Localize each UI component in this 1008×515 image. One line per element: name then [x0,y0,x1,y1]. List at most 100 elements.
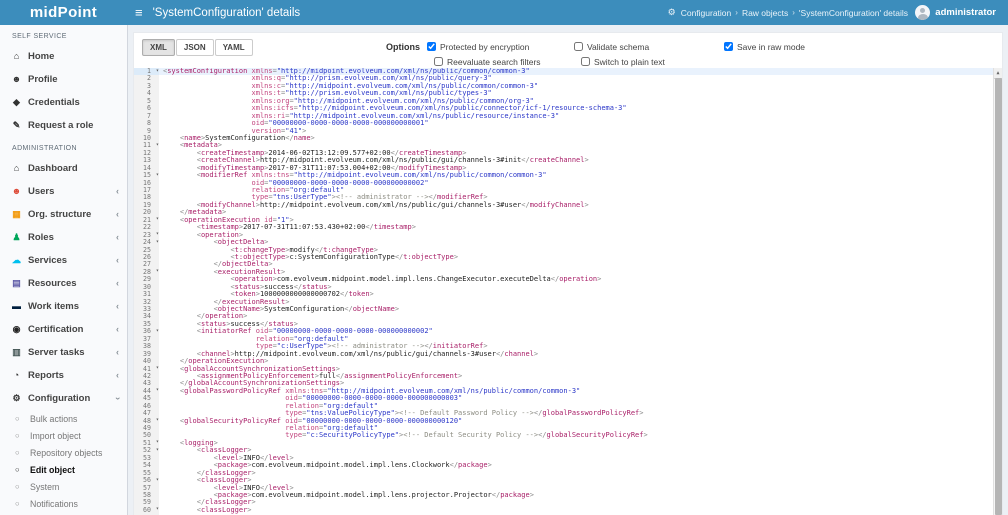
editor-code[interactable]: <systemConfiguration xmlns="http://midpo… [159,68,993,515]
format-tab-xml[interactable]: XML [142,39,175,56]
sidebar-item-users[interactable]: ☻ Users ‹ [0,180,127,203]
avatar [915,5,931,20]
sidebar-item-reports[interactable]: ◔ Reports ‹ [0,364,127,387]
object-details-panel: XML JSON YAML Options Protected by encrypt… [133,32,1003,515]
sidebar-subitem-notifications[interactable]: ○ Notifications [0,495,127,512]
checkbox-validate-schema[interactable] [574,42,583,51]
sidebar-item-label: Dashboard [28,163,78,174]
sidebar-menu: SELF SERVICE ⌂ Home ☻ Profile ◆ Credentials ✎ Re… [0,25,127,515]
option-switch-to-plain-text[interactable]: Switch to plain text [581,54,724,69]
option-save-in-raw-mode[interactable]: Save in raw mode [724,39,871,54]
options-column: Save in raw mode [724,39,871,69]
sidebar-subitem-label: Import object [30,430,81,441]
editor-toolbar: XML JSON YAML Options Protected by encrypt… [134,33,1002,68]
roles-icon: ♟ [12,232,21,242]
main-content: XML JSON YAML Options Protected by encrypt… [127,25,1008,515]
code-line: </classLogger> [196,468,256,477]
options-checkboxes: Protected by encryption Reevaluate search… [427,39,871,69]
sidebar-item-dashboard[interactable]: ⌂ Dashboard [0,157,127,180]
code-line: <modifyChannel>http://midpoint.evolveum.… [196,200,589,209]
circle-icon: ○ [15,481,20,491]
code-line: <timestamp>2017-07-31T11:07:53.430+02:00… [196,223,416,232]
code-line: <classLogger> [196,505,252,514]
cloud-icon: ☁ [12,255,21,265]
breadcrumb-separator: › [735,8,738,17]
code-line: <package>com.evolveum.midpoint.model.imp… [213,490,534,499]
breadcrumb-item-configuration[interactable]: Configuration [681,8,732,18]
sidebar-subitem-label: Edit object [30,464,75,475]
option-label: Save in raw mode [737,41,806,52]
sidebar-subitem-edit-object[interactable]: ○ Edit object [0,461,127,478]
option-validate-schema[interactable]: Validate schema [574,39,724,54]
circle-icon: ○ [15,498,20,508]
certificate-icon: ◉ [12,324,21,334]
sidebar: SELF SERVICE ⌂ Home ☻ Profile ◆ Credentials ✎ Re… [0,25,128,515]
format-tab-yaml[interactable]: YAML [214,39,253,56]
xml-editor[interactable]: 1 ▾ 2 3 4 5 6 7 8 9 10 11 ▾ 12 13 14 15 ▾ 16 17 18 19 20 21 ▾ 22 2… [134,68,1002,515]
scrollbar-thumb[interactable] [995,78,1002,515]
sidebar-item-services[interactable]: ☁ Services ‹ [0,249,127,272]
sidebar-subitem-bulk-actions[interactable]: ○ Bulk actions [0,410,127,427]
database-icon: ▤ [12,278,21,288]
code-line: <channel>http://midpoint.evolveum.com/xm… [196,349,539,358]
chevron-left-icon: ‹ [116,324,119,334]
sidebar-item-resources[interactable]: ▤ Resources ‹ [0,272,127,295]
shield-icon: ◆ [13,97,20,107]
checkbox-save-in-raw-mode[interactable] [724,42,733,51]
option-label: Reevaluate search filters [447,56,541,67]
sidebar-subitem-label: Repository objects [30,447,103,458]
sidebar-item-label: Certification [28,324,84,335]
sidebar-subitem-repository-objects[interactable]: ○ Repository objects [0,444,127,461]
sidebar-item-label: Resources [28,278,77,289]
hamburger-icon[interactable]: ≡ [127,0,153,25]
sidebar-item-label: Configuration [28,393,91,404]
sidebar-item-request-a-role[interactable]: ✎ Request a role [0,114,127,137]
code-line: <logging> [179,438,218,447]
navbar: ≡ 'SystemConfiguration' details ⚙ Config… [127,0,1008,25]
sidebar-section-header: SELF SERVICE [12,33,67,40]
sidebar-item-label: Profile [28,74,58,85]
editor-scrollbar[interactable]: ▲ [993,68,1002,515]
checkbox-protected-by-encryption[interactable] [427,42,436,51]
chevron-left-icon: ‹ [116,232,119,242]
username: administrator [935,7,996,18]
gear-icon: ⚙ [667,7,676,17]
sidebar-item-label: Credentials [28,97,80,108]
top-navbar: midPoint ≡ 'SystemConfiguration' details… [0,0,1008,25]
chevron-down-icon: ‹ [112,397,122,400]
checkbox-switch-to-plain-text[interactable] [581,57,590,66]
user-menu[interactable]: administrator [915,0,996,25]
breadcrumb-item-raw-objects[interactable]: Raw objects [742,8,788,18]
chevron-left-icon: ‹ [116,209,119,219]
chevron-left-icon: ‹ [116,370,119,380]
chevron-left-icon: ‹ [116,278,119,288]
option-label: Switch to plain text [594,56,665,67]
sidebar-item-configuration[interactable]: ⚙ Configuration ‹ [0,387,127,410]
code-line: <package>com.evolveum.midpoint.model.imp… [213,461,492,470]
option-protected-by-encryption[interactable]: Protected by encryption [427,39,574,54]
sidebar-subitem-label: System [30,481,60,492]
format-tab-json[interactable]: JSON [175,39,214,56]
chevron-left-icon: ‹ [116,347,119,357]
sidebar-item-label: Users [28,186,55,197]
sidebar-item-org-structure[interactable]: ▦ Org. structure ‹ [0,203,127,226]
sidebar-subitem-system[interactable]: ○ System [0,478,127,495]
option-label: Validate schema [587,41,650,52]
checkbox-reevaluate-search-filters[interactable] [434,57,443,66]
sidebar-item-label: Reports [28,370,64,381]
app-logo[interactable]: midPoint [0,0,127,25]
sidebar-item-home[interactable]: ⌂ Home [0,45,127,68]
sidebar-item-credentials[interactable]: ◆ Credentials [0,91,127,114]
format-tab-group: XML JSON YAML [142,37,254,56]
sidebar-item-server-tasks[interactable]: ▥ Server tasks ‹ [0,341,127,364]
circle-icon: ○ [15,413,20,423]
sidebar-item-profile[interactable]: ☻ Profile [0,68,127,91]
tasks-icon: ▥ [12,347,21,357]
sidebar-subitem-import-object[interactable]: ○ Import object [0,427,127,444]
users-icon: ☻ [11,186,22,196]
sidebar-item-work-items[interactable]: ▬ Work items ‹ [0,295,127,318]
option-reevaluate-search-filters[interactable]: Reevaluate search filters [434,54,574,69]
sidebar-item-certification[interactable]: ◉ Certification ‹ [0,318,127,341]
sidebar-item-roles[interactable]: ♟ Roles ‹ [0,226,127,249]
pencil-icon: ✎ [12,120,21,130]
